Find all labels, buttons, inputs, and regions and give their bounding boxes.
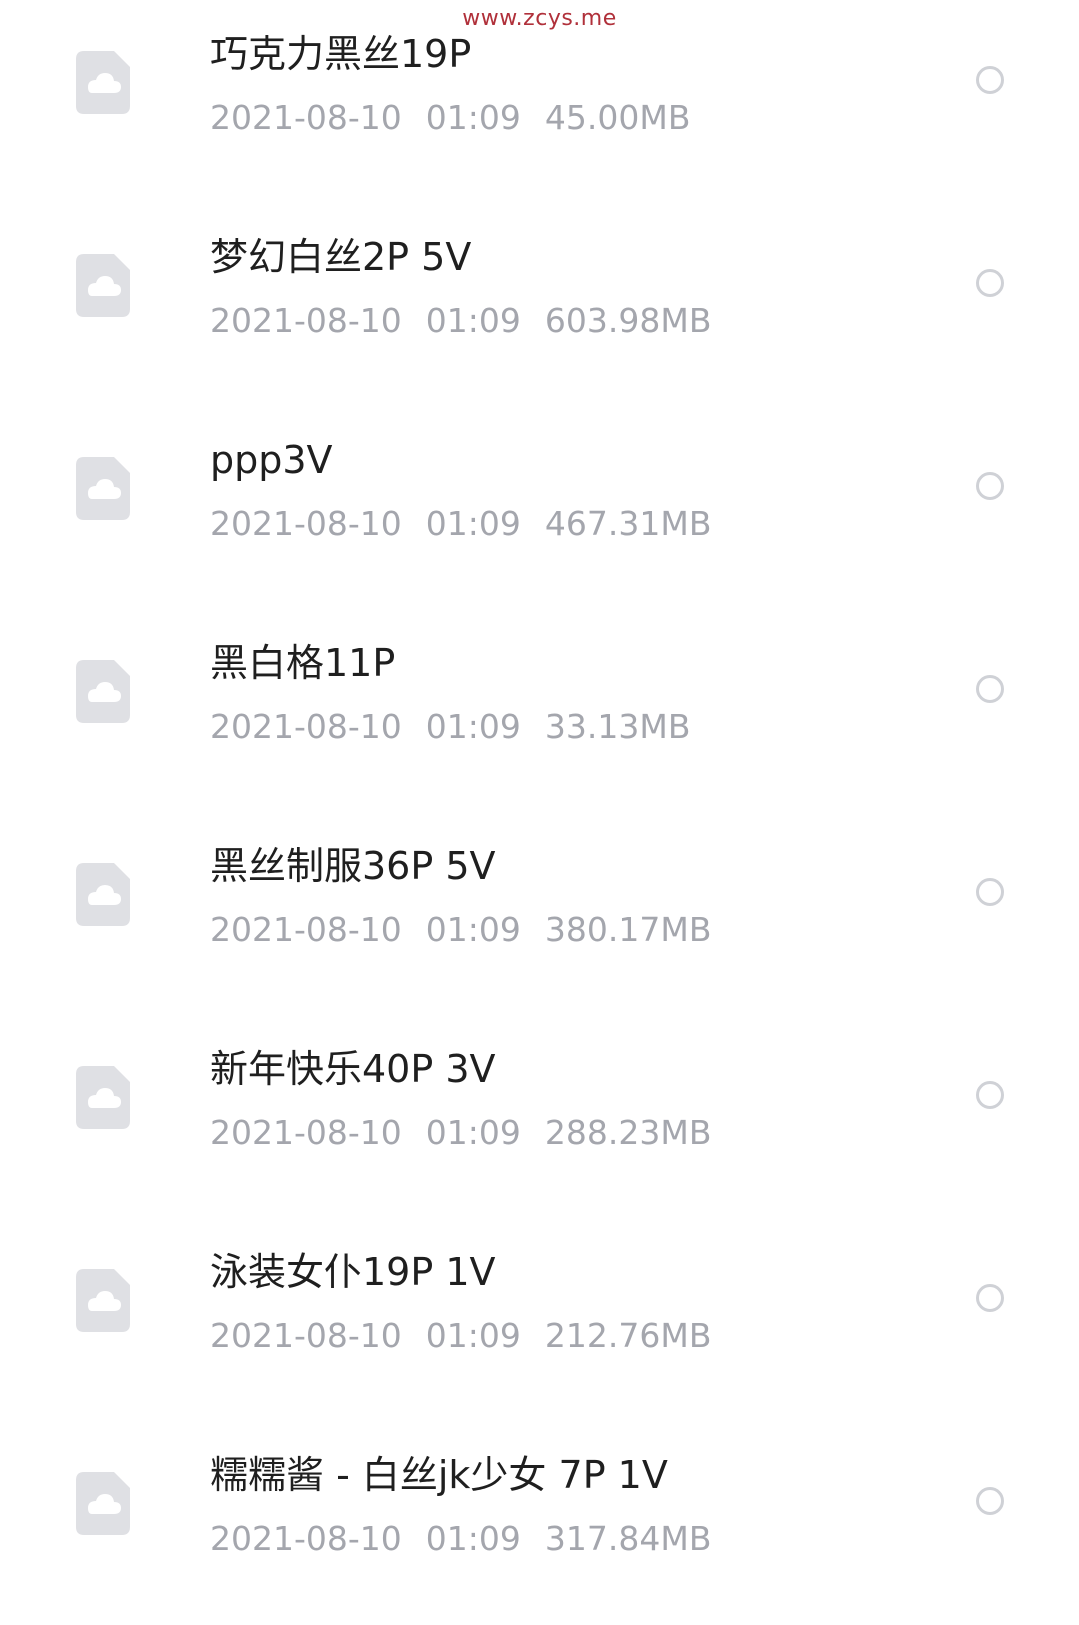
file-date: 2021-08-10 [210,1113,402,1152]
file-size: 380.17MB [544,910,712,949]
cloud-file-icon [76,51,130,114]
file-row[interactable]: 梦幻白丝2P 5V 2021-08-10 01:09 603.98MB [0,185,1079,388]
file-row[interactable]: 糯糯酱 - 白丝jk少女 7P 1V 2021-08-10 01:09 317.84… [0,1403,1079,1606]
file-row[interactable]: 新年快乐40P 3V 2021-08-10 01:09 288.23MB [0,997,1079,1200]
file-date: 2021-08-10 [210,98,402,137]
select-radio[interactable] [976,1487,1004,1515]
cloud-file-icon [76,1066,130,1129]
select-radio[interactable] [976,675,1004,703]
file-row[interactable]: 黑白格11P 2021-08-10 01:09 33.13MB [0,591,1079,794]
file-meta: 2021-08-10 01:09 212.76MB [210,1315,711,1357]
file-name: 黑丝制服36P 5V [210,844,496,888]
select-radio[interactable] [976,472,1004,500]
file-name: 糯糯酱 - 白丝jk少女 7P 1V [210,1453,668,1497]
file-size: 45.00MB [544,98,691,137]
file-row[interactable]: 黑丝制服36P 5V 2021-08-10 01:09 380.17MB [0,794,1079,997]
cloud-file-icon [76,254,130,317]
file-list: 巧克力黑丝19P 2021-08-10 01:09 45.00MB 梦幻白丝2P 5… [0,0,1079,1606]
file-time: 01:09 [425,301,521,340]
file-name: 黑白格11P [210,641,396,685]
file-size: 212.76MB [544,1316,712,1355]
file-name: 泳装女仆19P 1V [210,1250,496,1294]
file-meta: 2021-08-10 01:09 45.00MB [210,97,690,139]
cloud-file-icon [76,863,130,926]
file-size: 317.84MB [544,1519,712,1558]
file-date: 2021-08-10 [210,301,402,340]
file-size: 288.23MB [544,1113,712,1152]
file-date: 2021-08-10 [210,504,402,543]
file-meta: 2021-08-10 01:09 317.84MB [210,1518,711,1560]
file-time: 01:09 [425,98,521,137]
file-meta: 2021-08-10 01:09 380.17MB [210,909,711,951]
file-size: 33.13MB [544,707,691,746]
file-meta: 2021-08-10 01:09 288.23MB [210,1112,711,1154]
file-meta: 2021-08-10 01:09 603.98MB [210,300,711,342]
cloud-file-icon [76,457,130,520]
file-time: 01:09 [425,1519,521,1558]
file-date: 2021-08-10 [210,1316,402,1355]
file-row[interactable]: 泳装女仆19P 1V 2021-08-10 01:09 212.76MB [0,1200,1079,1403]
file-name: 新年快乐40P 3V [210,1047,496,1091]
cloud-file-icon [76,1269,130,1332]
file-name: ppp3V [210,438,333,482]
file-meta: 2021-08-10 01:09 33.13MB [210,706,690,748]
file-time: 01:09 [425,910,521,949]
select-radio[interactable] [976,878,1004,906]
file-time: 01:09 [425,1113,521,1152]
cloud-file-icon [76,660,130,723]
select-radio[interactable] [976,1081,1004,1109]
file-name: 梦幻白丝2P 5V [210,235,472,279]
file-size: 603.98MB [544,301,712,340]
select-radio[interactable] [976,1284,1004,1312]
file-date: 2021-08-10 [210,1519,402,1558]
watermark: www.zcys.me [462,6,617,31]
file-date: 2021-08-10 [210,707,402,746]
file-time: 01:09 [425,1316,521,1355]
file-meta: 2021-08-10 01:09 467.31MB [210,503,711,545]
file-time: 01:09 [425,707,521,746]
cloud-file-icon [76,1472,130,1535]
file-time: 01:09 [425,504,521,543]
file-row[interactable]: ppp3V 2021-08-10 01:09 467.31MB [0,388,1079,591]
file-size: 467.31MB [544,504,712,543]
select-radio[interactable] [976,269,1004,297]
file-name: 巧克力黑丝19P [210,32,472,76]
select-radio[interactable] [976,66,1004,94]
file-date: 2021-08-10 [210,910,402,949]
